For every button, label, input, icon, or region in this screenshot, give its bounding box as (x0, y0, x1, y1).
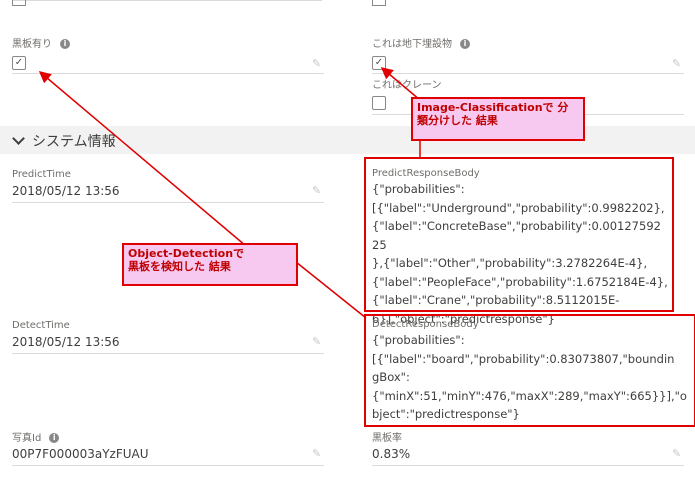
arrow-to-detect-body (295, 261, 367, 319)
callout-line: Image-Classificationで 分 (417, 101, 569, 114)
callout-line: 黒板を検知した 結果 (128, 260, 231, 273)
classification-callout: Image-Classificationで 分 類分けした 結果 (411, 97, 585, 141)
callout-line: 類分けした 結果 (417, 114, 498, 127)
arrow-to-underground (380, 67, 421, 101)
arrow-to-blackboard (38, 71, 247, 247)
annotation-arrows (38, 67, 421, 319)
detection-callout: Object-Detectionで 黒板を検知した 結果 (122, 243, 298, 286)
callout-line: Object-Detectionで (128, 247, 245, 260)
